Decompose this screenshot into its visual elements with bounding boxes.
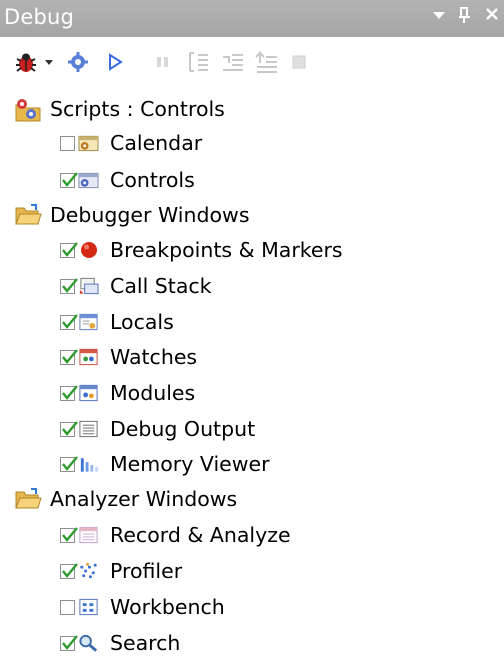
group-label: Debugger Windows [50, 203, 250, 227]
controls-form-icon [78, 170, 99, 191]
checkbox-unchecked[interactable] [60, 135, 75, 151]
tree-item-record-analyze[interactable]: Record & Analyze [60, 519, 291, 551]
item-label: Call Stack [110, 274, 212, 298]
gear-icon[interactable] [66, 49, 90, 75]
record-analyze-icon [78, 525, 99, 546]
breakpoint-icon [78, 240, 99, 261]
tree-item-profiler[interactable]: Profiler [60, 555, 182, 587]
tree-item-call-stack[interactable]: Call Stack [60, 270, 212, 302]
checkbox-checked[interactable] [60, 634, 78, 651]
tree-item-calendar[interactable]: Calendar [60, 127, 202, 159]
dropdown-icon[interactable] [432, 4, 446, 31]
tree-item-search[interactable]: Search [60, 627, 180, 659]
checkbox-checked[interactable] [60, 348, 78, 365]
checkbox-checked[interactable] [60, 277, 78, 294]
checkbox-checked[interactable] [60, 313, 78, 330]
tree-item-modules[interactable]: Modules [60, 377, 195, 409]
profiler-icon [78, 561, 99, 582]
chevron-down-icon[interactable] [42, 49, 56, 75]
item-label: Workbench [110, 595, 225, 619]
checkbox-checked[interactable] [60, 241, 78, 258]
tree-group-debugger-windows[interactable]: Debugger Windows [14, 199, 250, 231]
group-label: Scripts : Controls [50, 97, 225, 121]
checkbox-checked[interactable] [60, 562, 78, 579]
tree-item-controls[interactable]: Controls [60, 164, 195, 196]
modules-icon [78, 383, 99, 404]
workbench-icon [78, 597, 99, 618]
tree-item-breakpoints[interactable]: Breakpoints & Markers [60, 234, 343, 266]
item-label: Watches [110, 345, 198, 369]
item-label: Profiler [110, 559, 183, 583]
debug-toolbar [0, 37, 504, 90]
item-label: Calendar [110, 131, 203, 155]
item-label: Debug Output [110, 417, 256, 441]
checkbox-checked[interactable] [60, 384, 78, 401]
step-out-icon[interactable] [254, 49, 280, 75]
watches-icon [78, 347, 99, 368]
item-label: Memory Viewer [110, 452, 270, 476]
tree-item-debug-output[interactable]: Debug Output [60, 413, 255, 445]
item-label: Locals [110, 310, 174, 334]
group-label: Analyzer Windows [50, 487, 238, 511]
tree-item-locals[interactable]: Locals [60, 306, 174, 338]
tree-item-workbench[interactable]: Workbench [60, 591, 225, 623]
step-into-icon[interactable] [186, 49, 212, 75]
pause-icon[interactable] [152, 49, 174, 75]
open-folder-icon [14, 487, 42, 511]
call-stack-icon [78, 276, 99, 297]
memory-viewer-icon [78, 454, 99, 475]
window-controls [432, 4, 500, 31]
item-label: Controls [110, 168, 195, 192]
tree-item-watches[interactable]: Watches [60, 341, 197, 373]
step-over-icon[interactable] [220, 49, 246, 75]
checkbox-checked[interactable] [60, 455, 78, 472]
calendar-form-icon [78, 133, 99, 154]
panel-title: Debug [4, 5, 75, 29]
checkbox-checked[interactable] [60, 420, 78, 437]
open-folder-icon [14, 203, 42, 227]
scripts-group-icon [14, 97, 42, 122]
stop-icon[interactable] [288, 49, 310, 75]
locals-icon [78, 312, 99, 333]
item-label: Search [110, 631, 181, 655]
run-icon[interactable] [104, 49, 126, 75]
close-icon[interactable] [484, 4, 500, 31]
checkbox-unchecked[interactable] [60, 599, 75, 615]
bug-icon[interactable] [12, 49, 40, 75]
checkbox-checked[interactable] [60, 526, 78, 543]
debug-panel-titlebar: Debug [0, 0, 504, 37]
item-label: Record & Analyze [110, 523, 291, 547]
pin-icon[interactable] [458, 4, 472, 31]
checkbox-checked[interactable] [60, 171, 78, 188]
tree-group-analyzer-windows[interactable]: Analyzer Windows [14, 483, 237, 515]
item-label: Modules [110, 381, 196, 405]
item-label: Breakpoints & Markers [110, 238, 343, 262]
tree-group-scripts-controls[interactable]: Scripts : Controls [14, 93, 225, 125]
tree-item-memory-viewer[interactable]: Memory Viewer [60, 448, 270, 480]
debug-output-icon [78, 419, 99, 440]
search-icon [78, 633, 99, 654]
